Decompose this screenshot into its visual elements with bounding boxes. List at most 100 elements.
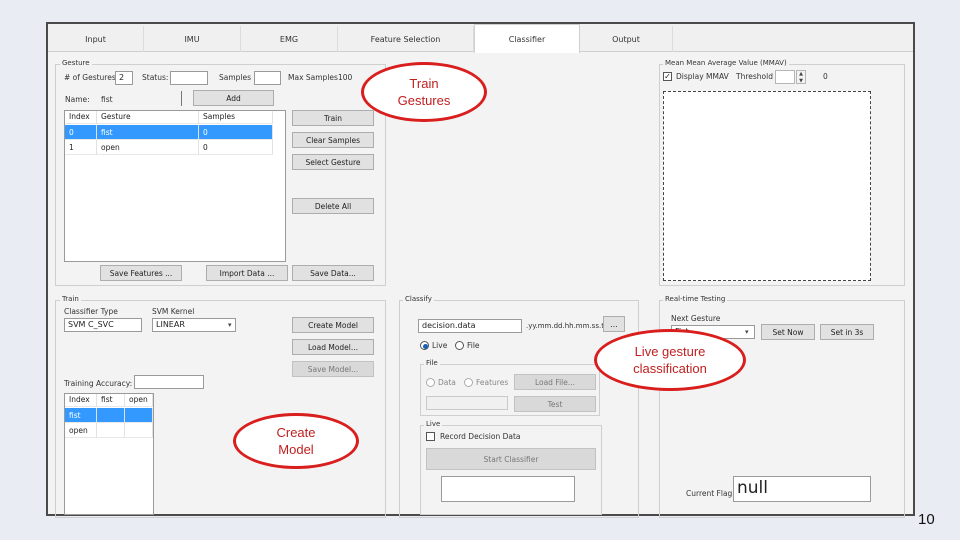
confusion-table[interactable]: Index fist open fist open <box>64 393 154 515</box>
status-label: Status: <box>142 73 168 83</box>
training-accuracy-label: Training Accuracy: <box>64 379 132 389</box>
mmav-plot-area <box>663 91 871 281</box>
gesture-table-header: Samples <box>199 111 273 124</box>
table-cell[interactable] <box>125 423 153 438</box>
data-radio-label: Data <box>438 378 456 388</box>
gesture-table[interactable]: Index Gesture Samples 0 fist 0 1 open 0 <box>64 110 286 262</box>
num-gestures-input[interactable]: 2 <box>115 71 133 85</box>
threshold-input[interactable] <box>775 70 795 84</box>
tab-bar: Input IMU EMG Feature Selection Classifi… <box>48 24 913 52</box>
svm-kernel-select[interactable]: LINEAR <box>152 318 236 332</box>
browse-button[interactable]: ... <box>603 316 625 332</box>
samples-field <box>254 71 281 85</box>
features-radio[interactable] <box>464 378 473 387</box>
train-button[interactable]: Train <box>292 110 374 126</box>
file-radio-label: File <box>467 341 480 351</box>
add-button[interactable]: Add <box>193 90 274 106</box>
record-decision-label: Record Decision Data <box>440 432 521 442</box>
live-gesture-callout: Live gesture classification <box>594 329 746 391</box>
callout-text: Train <box>409 75 438 92</box>
threshold-value: 0 <box>823 72 828 82</box>
tab-feature-selection[interactable]: Feature Selection <box>338 26 474 52</box>
table-cell[interactable]: fist <box>97 125 199 140</box>
file-path-field[interactable] <box>426 396 508 410</box>
load-file-button[interactable]: Load File... <box>514 374 596 390</box>
file-group-title: File <box>424 359 440 368</box>
gesture-group-title: Gesture <box>60 59 92 68</box>
table-cell[interactable]: 0 <box>65 125 97 140</box>
set-in-3s-button[interactable]: Set in 3s <box>820 324 874 340</box>
load-model-button[interactable]: Load Model... <box>292 339 374 355</box>
create-model-button[interactable]: Create Model <box>292 317 374 333</box>
table-cell[interactable] <box>97 408 125 423</box>
select-gesture-button[interactable]: Select Gesture <box>292 154 374 170</box>
tab-emg[interactable]: EMG <box>241 26 338 52</box>
threshold-label: Threshold <box>736 72 773 82</box>
table-cell[interactable]: fist <box>65 408 97 423</box>
callout-text: Gestures <box>398 92 451 109</box>
name-label: Name: <box>65 95 90 105</box>
next-gesture-label: Next Gesture <box>671 314 720 324</box>
save-features-button[interactable]: Save Features ... <box>100 265 182 281</box>
slide-number: 10 <box>918 511 935 528</box>
callout-text: classification <box>633 360 707 377</box>
max-samples-label: Max Samples <box>288 73 338 83</box>
table-cell[interactable]: open <box>97 140 199 155</box>
train-gestures-callout: Train Gestures <box>361 62 487 122</box>
tab-imu[interactable]: IMU <box>144 26 241 52</box>
table-cell[interactable]: 1 <box>65 140 97 155</box>
tab-input[interactable]: Input <box>48 26 144 52</box>
confusion-table-header: Index <box>65 394 97 407</box>
name-input[interactable]: fist <box>101 95 113 105</box>
gesture-table-header: Index <box>65 111 97 124</box>
table-cell[interactable]: open <box>65 423 97 438</box>
confusion-table-header: fist <box>97 394 125 407</box>
decision-output-field <box>441 476 575 502</box>
table-cell[interactable]: 0 <box>199 140 273 155</box>
table-cell[interactable]: 0 <box>199 125 273 140</box>
confusion-table-header: open <box>125 394 153 407</box>
display-mmav-checkbox[interactable]: ✓ <box>663 72 672 81</box>
status-field <box>170 71 208 85</box>
max-samples-value[interactable]: 100 <box>338 73 352 83</box>
name-input-caret <box>181 91 182 106</box>
table-cell[interactable] <box>125 408 153 423</box>
realtime-group-title: Real-time Testing <box>663 295 727 304</box>
samples-label: Samples <box>219 73 251 83</box>
chevron-down-icon[interactable]: ▾ <box>745 328 749 336</box>
training-accuracy-field <box>134 375 204 389</box>
file-radio[interactable] <box>455 341 464 350</box>
save-data-button[interactable]: Save Data... <box>292 265 374 281</box>
chevron-down-icon[interactable]: ▾ <box>228 321 232 329</box>
current-flag-field: null <box>733 476 871 502</box>
save-model-button[interactable]: Save Model... <box>292 361 374 377</box>
table-cell[interactable] <box>97 423 125 438</box>
clear-samples-button[interactable]: Clear Samples <box>292 132 374 148</box>
classify-group-title: Classify <box>403 295 434 304</box>
callout-text: Model <box>278 441 313 458</box>
import-data-button[interactable]: Import Data ... <box>206 265 288 281</box>
live-group-title: Live <box>424 420 442 429</box>
num-gestures-label: # of Gestures <box>64 73 116 83</box>
test-button[interactable]: Test <box>514 396 596 412</box>
set-now-button[interactable]: Set Now <box>761 324 815 340</box>
callout-text: Live gesture <box>635 343 706 360</box>
svm-kernel-label: SVM Kernel <box>152 307 194 317</box>
classifier-type-label: Classifier Type <box>64 307 118 317</box>
start-classifier-button[interactable]: Start Classifier <box>426 448 596 470</box>
classify-file-suffix: .yy.mm.dd.hh.mm.ss.txt <box>526 321 611 331</box>
tab-classifier[interactable]: Classifier <box>474 24 580 53</box>
classifier-type-select[interactable]: SVM C_SVC <box>64 318 142 332</box>
tab-output[interactable]: Output <box>580 26 673 52</box>
record-decision-checkbox[interactable] <box>426 432 435 441</box>
train-group-title: Train <box>60 295 81 304</box>
create-model-callout: Create Model <box>233 413 359 469</box>
classify-file-input[interactable]: decision.data <box>418 319 522 333</box>
live-radio[interactable] <box>420 341 429 350</box>
mmav-group-title: Mean Mean Average Value (MMAV) <box>663 59 789 68</box>
threshold-stepper-icon[interactable]: ▲▼ <box>796 70 806 84</box>
data-radio[interactable] <box>426 378 435 387</box>
delete-all-button[interactable]: Delete All <box>292 198 374 214</box>
features-radio-label: Features <box>476 378 508 388</box>
display-mmav-label: Display MMAV <box>676 72 729 82</box>
